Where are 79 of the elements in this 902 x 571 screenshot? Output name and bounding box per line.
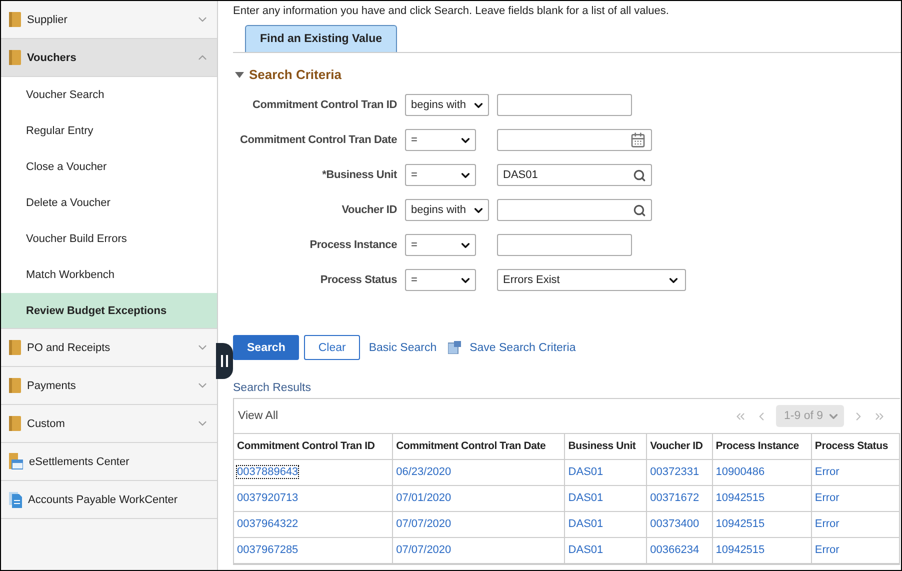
- result-link[interactable]: Error: [814, 492, 840, 504]
- result-link[interactable]: DAS01: [568, 466, 604, 478]
- triangle-icon: [235, 72, 244, 78]
- result-link[interactable]: DAS01: [568, 518, 604, 530]
- column-header: Commitment Control Tran Date: [392, 434, 565, 459]
- save-search-icon[interactable]: [448, 341, 461, 354]
- column-header: Process Instance: [712, 434, 812, 459]
- search-button[interactable]: Search: [233, 335, 300, 360]
- result-link[interactable]: Error: [814, 544, 840, 556]
- result-link[interactable]: DAS01: [568, 544, 604, 556]
- result-link[interactable]: DAS01: [568, 492, 604, 504]
- operator-select[interactable]: begins with: [405, 94, 489, 116]
- status-select[interactable]: Errors Exist: [497, 269, 686, 291]
- result-link[interactable]: Error: [814, 518, 840, 530]
- view-all-text: View All: [238, 410, 278, 422]
- input-field[interactable]: [497, 234, 632, 256]
- search-icon[interactable]: [633, 168, 646, 182]
- sidebar-item[interactable]: Regular Entry: [1, 113, 217, 149]
- basic-search-link[interactable]: Basic Search: [368, 342, 437, 354]
- input-field[interactable]: DAS01: [497, 164, 652, 186]
- result-link[interactable]: 0037920713: [237, 492, 298, 504]
- result-link[interactable]: 07/07/2020: [396, 544, 452, 556]
- calendar-icon[interactable]: [630, 132, 646, 148]
- sidebar-item[interactable]: Match Workbench: [1, 257, 217, 293]
- result-link[interactable]: 00372331: [650, 466, 700, 478]
- result-link[interactable]: 10900486: [716, 466, 765, 478]
- tab[interactable]: Find an Existing Value: [245, 25, 398, 52]
- save-search-criteria-link[interactable]: Save Search Criteria: [470, 342, 576, 354]
- column-header: Commitment Control Tran ID: [234, 434, 393, 459]
- input-field[interactable]: [497, 129, 652, 151]
- sidebar-group[interactable]: Vouchers: [1, 39, 217, 77]
- field-label: Process Status: [320, 274, 397, 286]
- field-label: *Business Unit: [322, 169, 397, 181]
- operator-select[interactable]: begins with: [405, 199, 489, 221]
- sidebar-item[interactable]: Close a Voucher: [1, 149, 217, 185]
- result-link[interactable]: 07/07/2020: [396, 518, 452, 530]
- result-link[interactable]: 00371672: [650, 492, 700, 504]
- field-label: Commitment Control Tran ID: [252, 99, 397, 111]
- input-field[interactable]: [497, 94, 632, 116]
- result-link[interactable]: 0037964322: [237, 518, 298, 530]
- folder-icon: [9, 377, 21, 394]
- sidebar-item[interactable]: Delete a Voucher: [1, 185, 217, 221]
- column-header: Voucher ID: [646, 434, 712, 459]
- search-results-title: Search Results: [233, 382, 312, 394]
- sidebar-item[interactable]: Review Budget Exceptions: [1, 293, 217, 329]
- result-link[interactable]: 0037967285: [237, 544, 298, 556]
- operator-select[interactable]: =: [405, 164, 476, 186]
- result-link[interactable]: 10942515: [716, 492, 765, 504]
- field-label: Voucher ID: [342, 204, 397, 216]
- sidebar-item[interactable]: Voucher Build Errors: [1, 221, 217, 257]
- folder-window-icon: [9, 453, 23, 470]
- result-link[interactable]: 00373400: [650, 518, 700, 530]
- search-icon[interactable]: [633, 204, 646, 216]
- folder-icon: [9, 49, 21, 66]
- clear-button[interactable]: Clear: [304, 335, 360, 360]
- field-label: Process Instance: [310, 239, 397, 251]
- field-label: Commitment Control Tran Date: [240, 134, 397, 146]
- input-field[interactable]: [497, 199, 652, 221]
- result-link[interactable]: 10942515: [716, 518, 765, 530]
- column-header: Business Unit: [564, 434, 647, 459]
- result-link[interactable]: Error: [814, 466, 840, 478]
- document-icon: [9, 491, 22, 508]
- folder-icon: [9, 415, 21, 432]
- operator-select[interactable]: =: [405, 129, 476, 151]
- operator-select[interactable]: =: [405, 234, 476, 256]
- result-link[interactable]: 07/01/2020: [396, 492, 452, 504]
- sidebar-item[interactable]: Voucher Search: [1, 77, 217, 113]
- folder-icon: [9, 11, 21, 28]
- result-link[interactable]: 10942515: [716, 544, 765, 556]
- result-link[interactable]: 06/23/2020: [396, 466, 452, 478]
- column-header: Process Status: [811, 434, 900, 459]
- operator-select[interactable]: =: [405, 269, 476, 291]
- folder-icon: [9, 339, 21, 356]
- pause-bars-icon: [221, 355, 228, 367]
- result-link[interactable]: 00366234: [650, 544, 700, 556]
- search-criteria-toggle[interactable]: Search Criteria: [235, 67, 901, 82]
- collapse-handle[interactable]: [216, 343, 233, 379]
- result-link[interactable]: 0037889643: [237, 466, 298, 478]
- instructions-text: Enter any information you have and click Search. Leave fields blank for a list of all values.: [233, 5, 670, 17]
